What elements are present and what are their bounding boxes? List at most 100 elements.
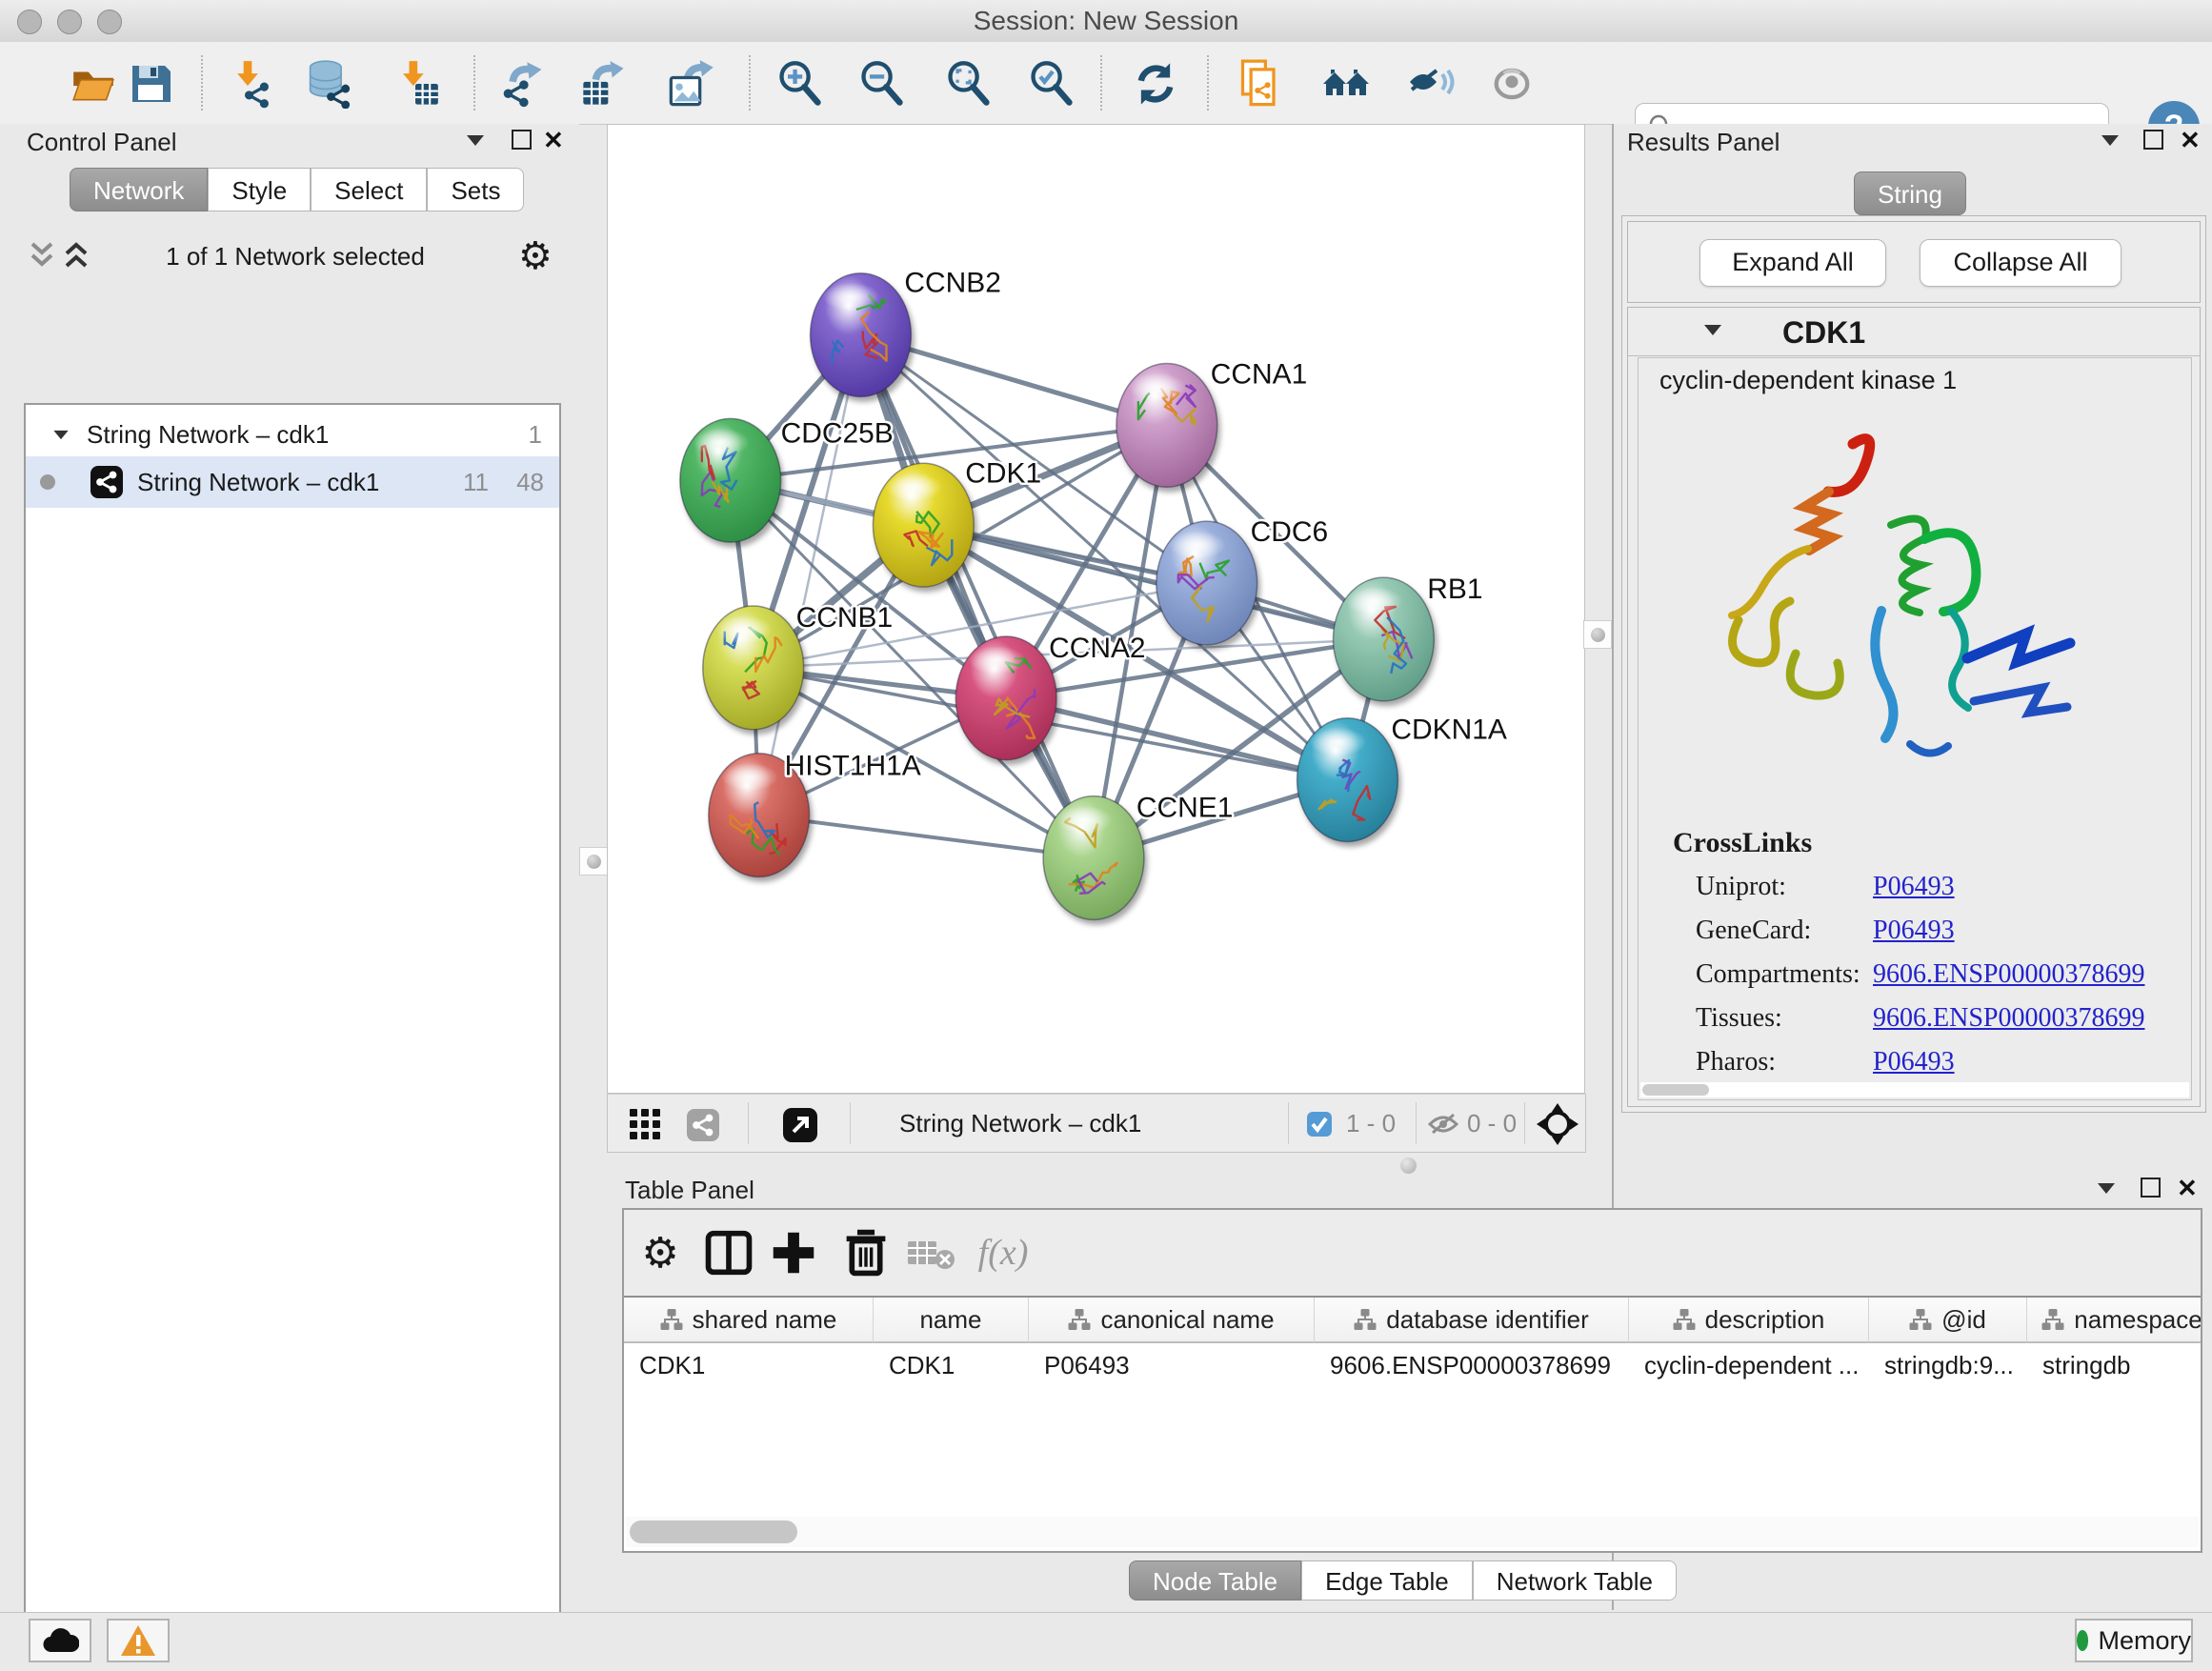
panel-menu-icon[interactable] <box>2098 1183 2115 1194</box>
tab-node-table[interactable]: Node Table <box>1129 1560 1301 1601</box>
tab-edge-table[interactable]: Edge Table <box>1301 1560 1473 1601</box>
panel-close-icon[interactable]: ✕ <box>2180 128 2201 152</box>
tab-style[interactable]: Style <box>208 168 311 211</box>
tab-sets[interactable]: Sets <box>427 168 524 211</box>
panel-float-icon[interactable] <box>2143 130 2163 150</box>
cell-id[interactable]: stringdb:9... <box>1869 1343 2027 1387</box>
duplicate-network-icon[interactable] <box>1237 59 1286 109</box>
column-type-icon <box>1673 1308 1696 1331</box>
table-scrollbar-thumb[interactable] <box>630 1520 797 1543</box>
column-header-description[interactable]: description <box>1629 1298 1869 1343</box>
cloud-button[interactable] <box>29 1619 91 1662</box>
table-scrollbar-track[interactable] <box>626 1517 2199 1547</box>
network-canvas[interactable]: CCNB2CCNA1CDC25BCDK1CDC6RB1CCNB1CCNA2CDK… <box>607 124 1585 1094</box>
tab-string[interactable]: String <box>1854 171 1966 215</box>
delete-table-icon[interactable] <box>906 1228 955 1278</box>
cell-name[interactable]: CDK1 <box>874 1343 1029 1387</box>
network-node-HIST1H1A: HIST1H1A <box>709 751 921 877</box>
column-header-name[interactable]: name <box>874 1298 1029 1343</box>
fit-selected-crosshair-icon[interactable] <box>1537 1103 1579 1145</box>
crosslink-link[interactable]: P06493 <box>1873 916 1955 945</box>
crosslink-link[interactable]: 9606.ENSP00000378699 <box>1873 959 2144 989</box>
left-splitter-handle[interactable] <box>579 847 608 876</box>
table-tabs: Node Table Edge Table Network Table <box>1129 1560 1677 1601</box>
expand-all-chevron-icon[interactable] <box>63 236 99 274</box>
section-expander-icon[interactable] <box>1704 325 1721 335</box>
cell-namespace[interactable]: stringdb <box>2027 1343 2202 1387</box>
column-header-id[interactable]: @id <box>1869 1298 2027 1343</box>
bar-separator <box>1524 1102 1525 1144</box>
collection-label: String Network – cdk1 <box>87 420 329 450</box>
column-header-canonical-name[interactable]: canonical name <box>1029 1298 1315 1343</box>
tree-expander-icon[interactable] <box>53 430 68 438</box>
zoom-selected-icon[interactable] <box>1027 59 1076 109</box>
network-options-gear-icon[interactable]: ⚙ <box>518 234 553 278</box>
import-network-database-icon[interactable] <box>303 59 352 109</box>
network-row[interactable]: String Network – cdk1 11 48 <box>26 456 559 508</box>
add-column-icon[interactable] <box>769 1228 818 1278</box>
cell-description[interactable]: cyclin-dependent ... <box>1629 1343 1869 1387</box>
section-scrollbar-track[interactable] <box>1640 1082 2189 1097</box>
toolbar-separator <box>749 55 751 111</box>
network-share-icon <box>90 465 124 499</box>
column-type-icon <box>1354 1308 1377 1331</box>
cell-shared-name[interactable]: CDK1 <box>624 1343 874 1387</box>
column-header-database-identifier[interactable]: database identifier <box>1315 1298 1629 1343</box>
save-session-icon[interactable] <box>126 59 175 109</box>
crosslink-link[interactable]: P06493 <box>1873 1047 1955 1077</box>
homes-icon[interactable] <box>1321 59 1371 109</box>
column-header-shared-name[interactable]: shared name <box>624 1298 874 1343</box>
panel-float-icon[interactable] <box>2141 1178 2161 1198</box>
delete-column-icon[interactable] <box>841 1228 891 1278</box>
column-header-namespace[interactable]: namespace <box>2027 1298 2202 1343</box>
hide-panel-eye-icon[interactable] <box>1406 59 1456 109</box>
crosslink-link[interactable]: 9606.ENSP00000378699 <box>1873 1003 2144 1033</box>
network-collection-row[interactable]: String Network – cdk1 1 <box>26 413 559 456</box>
panel-close-icon[interactable]: ✕ <box>2177 1176 2198 1200</box>
cell-canonical-name[interactable]: P06493 <box>1029 1343 1315 1387</box>
zoom-in-icon[interactable] <box>775 59 825 109</box>
right-splitter-handle[interactable] <box>1583 620 1612 649</box>
birds-eye-grid-icon[interactable] <box>629 1108 661 1140</box>
export-image-icon[interactable] <box>667 59 716 109</box>
tab-select[interactable]: Select <box>311 168 427 211</box>
crosslink-row: Uniprot:P06493 <box>1696 865 2172 909</box>
tab-network[interactable]: Network <box>70 168 208 211</box>
open-session-icon[interactable] <box>69 59 118 109</box>
export-network-icon[interactable] <box>498 59 548 109</box>
collapse-all-button[interactable]: Collapse All <box>1920 239 2122 287</box>
export-table-icon[interactable] <box>579 59 629 109</box>
network-edge-count: 48 <box>516 468 544 497</box>
network-node-count: 11 <box>463 468 489 497</box>
refresh-icon[interactable] <box>1131 59 1180 109</box>
gene-section-header[interactable]: CDK1 <box>1628 308 2200 356</box>
import-table-file-icon[interactable] <box>391 59 440 109</box>
cell-database-identifier[interactable]: 9606.ENSP00000378699 <box>1315 1343 1629 1387</box>
section-scrollbar-thumb[interactable] <box>1642 1084 1709 1096</box>
panel-menu-icon[interactable] <box>2101 135 2119 146</box>
memory-button[interactable]: Memory <box>2075 1619 2193 1662</box>
show-columns-icon[interactable] <box>704 1228 754 1278</box>
show-eye-icon[interactable] <box>1487 59 1537 109</box>
crosslink-link[interactable]: P06493 <box>1873 872 1955 901</box>
warning-button[interactable] <box>107 1619 170 1662</box>
panel-close-icon[interactable]: ✕ <box>543 128 564 152</box>
network-node-CDK1: CDK1 <box>873 457 1041 587</box>
expand-all-button[interactable]: Expand All <box>1699 239 1886 287</box>
collapse-all-chevron-icon[interactable] <box>29 236 65 274</box>
panel-float-icon[interactable] <box>512 130 532 150</box>
toolbar-separator <box>1100 55 1102 111</box>
network-view-share-icon[interactable] <box>686 1108 720 1142</box>
table-row[interactable]: CDK1 CDK1 P06493 9606.ENSP00000378699 cy… <box>624 1343 2202 1387</box>
svg-text:CCNA2: CCNA2 <box>1049 633 1145 664</box>
import-network-file-icon[interactable] <box>223 59 272 109</box>
detach-view-arrow-icon[interactable] <box>782 1107 818 1143</box>
network-node-CDC6: CDC6 <box>1156 516 1328 645</box>
table-settings-gear-icon[interactable]: ⚙ <box>635 1228 685 1278</box>
panel-menu-icon[interactable] <box>467 135 484 146</box>
zoom-fit-icon[interactable] <box>944 59 994 109</box>
zoom-out-icon[interactable] <box>857 59 907 109</box>
crosslink-row: Compartments:9606.ENSP00000378699 <box>1696 953 2172 997</box>
selected-checkbox-icon[interactable] <box>1306 1111 1333 1137</box>
tab-network-table[interactable]: Network Table <box>1473 1560 1677 1601</box>
